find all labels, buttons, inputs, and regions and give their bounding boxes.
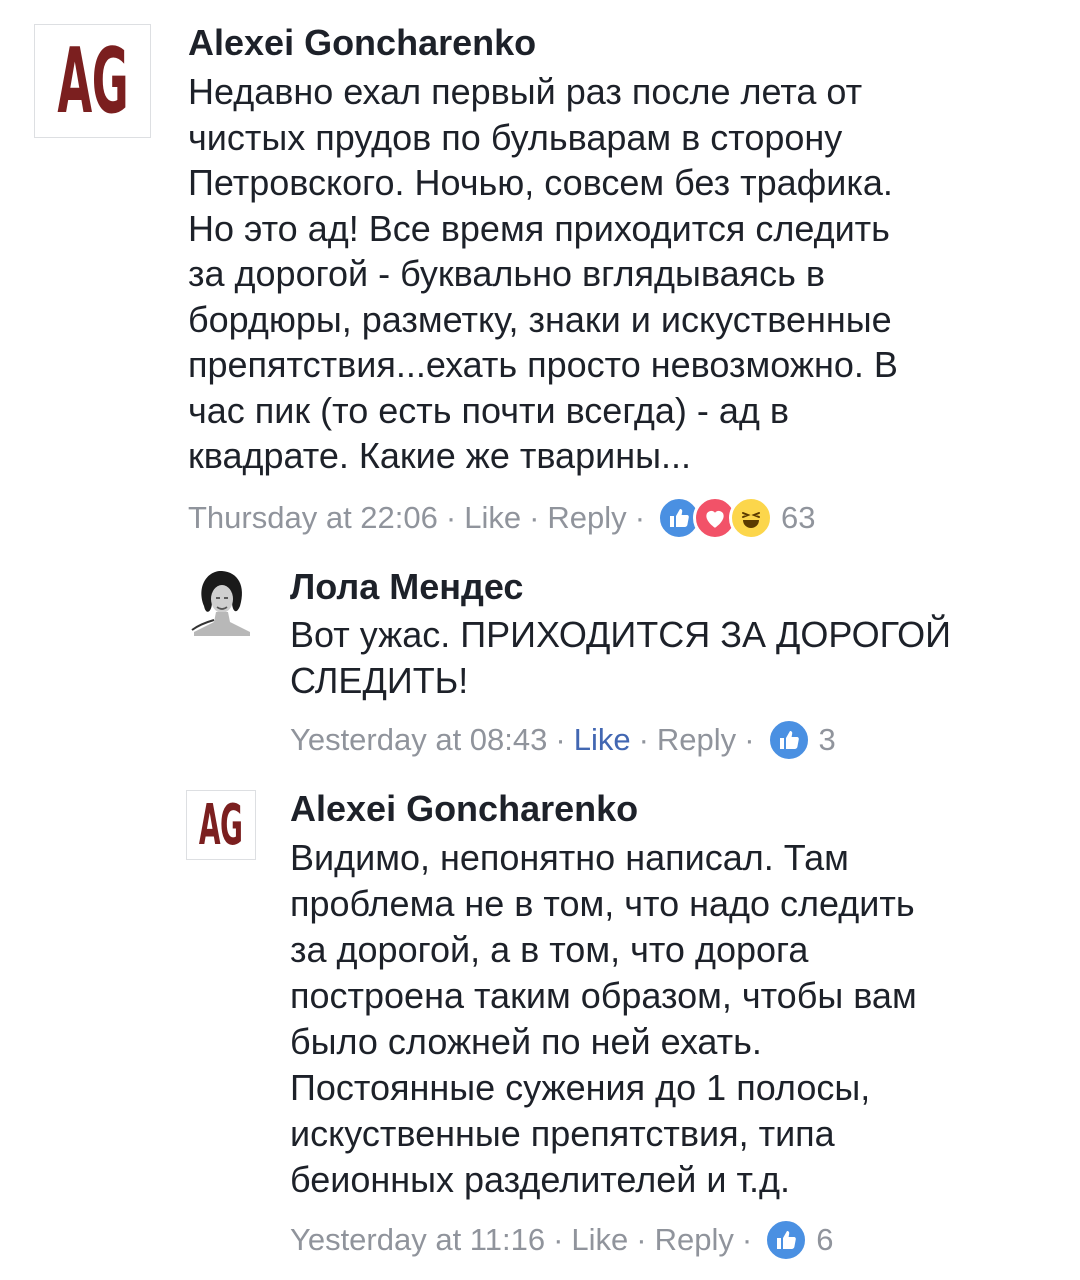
avatar-logo: AG (57, 28, 128, 134)
comment-timestamp[interactable]: Yesterday at 08:43 (290, 722, 547, 758)
separator: · (638, 722, 649, 757)
like-link[interactable]: Like (464, 500, 521, 536)
comment-line: искуственные препятствия, типа (290, 1113, 835, 1154)
like-link[interactable]: Like (571, 1222, 628, 1258)
separator: · (741, 1222, 753, 1257)
separator: · (744, 722, 755, 757)
separator: · (445, 500, 457, 535)
comment-author[interactable]: Лола Мендес (290, 566, 523, 608)
avatar-logo: AG (199, 792, 243, 858)
like-icon (764, 1218, 809, 1262)
comment-line: за дорогой, а в том, что дорога (290, 929, 809, 970)
comment-meta: Yesterday at 11:16 · Like · Reply · 6 (290, 1218, 833, 1262)
comment-line: проблема не в том, что надо следить (290, 883, 915, 924)
comment-timestamp[interactable]: Yesterday at 11:16 (290, 1222, 545, 1258)
comment-line: Вот ужас. ПРИХОДИТСЯ ЗА ДОРОГОЙ (290, 614, 951, 655)
avatar[interactable] (186, 566, 256, 636)
comment-line: Петровского. Ночью, совсем без трафика. (188, 162, 893, 203)
reply-link[interactable]: Reply (547, 500, 626, 536)
avatar[interactable]: AG (186, 790, 256, 860)
reactions[interactable]: 63 (657, 496, 816, 540)
reactions[interactable]: 3 (766, 718, 836, 762)
comment-line: беионных разделителей и т.д. (290, 1159, 790, 1200)
comment-line: час пик (то есть почти всегда) - ад в (188, 389, 789, 431)
comment-timestamp[interactable]: Thursday at 22:06 (188, 500, 438, 536)
separator: · (636, 1222, 647, 1257)
comment-line: бордюры, разметку, знаки и искуственные (188, 298, 892, 340)
comment-line: построена таким образом, чтобы вам (290, 975, 917, 1016)
reaction-count: 6 (816, 1222, 834, 1257)
avatar[interactable]: AG (34, 24, 151, 138)
reaction-count: 63 (781, 500, 816, 535)
comment-line: СЛЕДИТЬ! (290, 660, 469, 701)
comment-line: Постоянные сужения до 1 полосы, (290, 1067, 871, 1108)
separator: · (553, 1222, 564, 1257)
comment-line: препятствия...ехать просто невозможно. В (188, 344, 898, 385)
comment-line: Видимо, непонятно написал. Там (290, 837, 849, 878)
comment-line: за дорогой - буквально вглядываясь в (188, 253, 826, 294)
reply-link[interactable]: Reply (657, 722, 736, 758)
comment-meta: Yesterday at 08:43 · Like · Reply · 3 (290, 718, 836, 762)
comment-text: Вот ужас. ПРИХОДИТСЯ ЗА ДОРОГОЙ СЛЕДИТЬ! (290, 612, 951, 704)
comment-line: было сложней по ней ехать. (290, 1021, 762, 1062)
comment-line: Недавно ехал первый раз после лета от (188, 71, 863, 112)
reactions[interactable]: 6 (764, 1218, 833, 1262)
separator: · (555, 722, 566, 757)
like-link[interactable]: Like (574, 722, 631, 758)
reply-link[interactable]: Reply (655, 1222, 734, 1258)
comment-line: квадрате. Какие же тварины... (188, 435, 691, 476)
profile-photo (186, 566, 256, 636)
comment-text: Видимо, непонятно написал. Там проблема … (290, 835, 917, 1203)
comment-meta: Thursday at 22:06 · Like · Reply · 63 (188, 496, 816, 540)
separator: · (634, 500, 646, 535)
like-icon (766, 718, 811, 762)
comment-line: чистых прудов по бульварам в сторону (188, 116, 843, 158)
comment-text: Недавно ехал первый раз после лета от чи… (188, 69, 898, 479)
haha-icon (729, 496, 774, 540)
reaction-count: 3 (818, 722, 836, 757)
comment-author[interactable]: Alexei Goncharenko (290, 788, 638, 830)
comment-line: Но это ад! Все время приходится следить (188, 207, 890, 249)
comment-author[interactable]: Alexei Goncharenko (188, 22, 536, 64)
separator: · (529, 500, 540, 535)
